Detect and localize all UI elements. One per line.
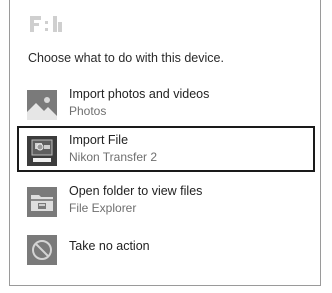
option-import-photos[interactable]: Import photos and videos Photos: [17, 80, 315, 126]
option-title: Import File: [69, 133, 129, 147]
dialog-prompt: Choose what to do with this device.: [28, 51, 224, 65]
autoplay-dialog: F:\ Choose what to do with this device. …: [9, 0, 321, 286]
option-subtitle: Photos: [69, 104, 107, 118]
drive-title-text: F:\: [30, 14, 31, 15]
option-title: Take no action: [69, 239, 150, 253]
drive-title: F:\: [30, 14, 80, 34]
option-open-folder[interactable]: Open folder to view files File Explorer: [17, 177, 315, 223]
nikon-transfer-icon: [27, 136, 57, 166]
option-title: Open folder to view files: [69, 184, 203, 198]
no-action-icon: [27, 235, 57, 265]
option-subtitle: File Explorer: [69, 201, 137, 215]
file-explorer-icon: [27, 187, 57, 217]
option-subtitle: Nikon Transfer 2: [69, 150, 158, 164]
option-title: Import photos and videos: [69, 87, 210, 101]
option-take-no-action[interactable]: Take no action: [17, 225, 315, 271]
option-import-file[interactable]: Import File Nikon Transfer 2: [17, 126, 315, 172]
photos-icon: [27, 90, 57, 120]
